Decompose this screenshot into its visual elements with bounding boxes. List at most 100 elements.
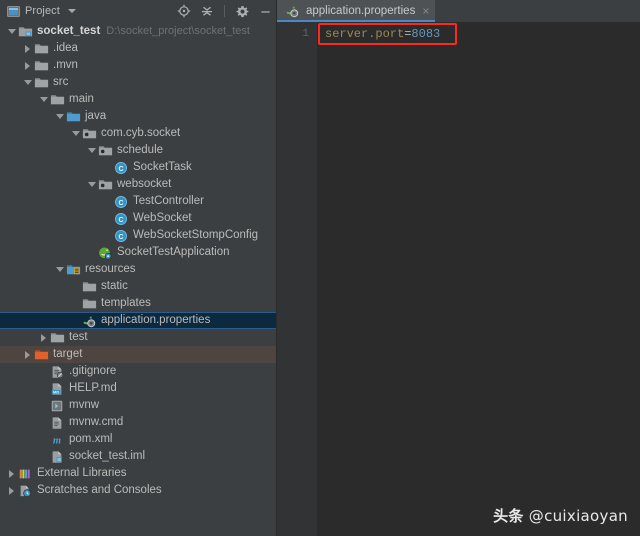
tree-node-label: templates (101, 297, 151, 309)
tree-node-mvn[interactable]: .mvn (0, 57, 276, 74)
tree-expand-arrow-expanded[interactable] (70, 125, 81, 142)
close-icon[interactable]: × (422, 5, 429, 17)
tree-expand-arrow-expanded[interactable] (22, 74, 33, 91)
editor-area: application.properties × 1 server.port=80… (277, 0, 640, 536)
module-folder-icon (17, 24, 33, 40)
tree-arrow-placeholder (38, 380, 49, 397)
tree-node-java[interactable]: java (0, 108, 276, 125)
tree-node-src[interactable]: src (0, 74, 276, 91)
tree-node-label: application.properties (101, 314, 211, 326)
tree-expand-arrow-expanded[interactable] (38, 91, 49, 108)
line-number: 1 (302, 28, 309, 40)
project-title-group[interactable]: Project (6, 4, 76, 18)
gitignore-file-icon (49, 364, 65, 380)
watermark-handle: @cuixiaoyan (528, 507, 628, 525)
hide-tool-window-icon[interactable] (258, 4, 272, 18)
tree-node-idea[interactable]: .idea (0, 40, 276, 57)
settings-gear-icon[interactable] (235, 4, 249, 18)
tree-node-websocket[interactable]: websocket (0, 176, 276, 193)
folder-icon (49, 330, 65, 346)
spring-properties-icon (284, 3, 300, 19)
tree-node-schedule[interactable]: schedule (0, 142, 276, 159)
tree-node-socket-test[interactable]: socket_test D:\socket_project\socket_test (0, 23, 276, 40)
maven-pom-icon: m (49, 432, 65, 448)
tree-node-sockettask[interactable]: C SocketTask (0, 159, 276, 176)
tree-expand-arrow-expanded[interactable] (6, 23, 17, 40)
project-tool-window-header: Project (0, 0, 276, 22)
tree-node-label: .idea (53, 42, 78, 54)
cmd-file-icon (49, 415, 65, 431)
select-opened-file-icon[interactable] (177, 4, 191, 18)
tree-node-main[interactable]: main (0, 91, 276, 108)
excluded-folder-icon (33, 347, 49, 363)
tree-node-label: SocketTestApplication (117, 246, 230, 258)
tree-expand-arrow-collapsed[interactable] (22, 57, 33, 74)
editor-tab-label: application.properties (306, 5, 416, 17)
tree-node-websocket[interactable]: C WebSocket (0, 210, 276, 227)
tree-arrow-placeholder (86, 244, 97, 261)
svg-text:m: m (53, 435, 61, 446)
tree-node-label: resources (85, 263, 136, 275)
tree-node-test[interactable]: test (0, 329, 276, 346)
editor-code-area[interactable]: server.port=8083 (317, 22, 640, 536)
folder-icon (81, 279, 97, 295)
tree-node-label: Scratches and Consoles (37, 484, 162, 496)
tree-node-label: static (101, 280, 128, 292)
tree-node-label: java (85, 110, 107, 122)
script-file-icon (49, 398, 65, 414)
tree-node-testcontroller[interactable]: C TestController (0, 193, 276, 210)
tree-node-path-hint: D:\socket_project\socket_test (106, 25, 250, 37)
tree-node-label: socket_test (37, 25, 101, 37)
tree-node-label: main (69, 93, 94, 105)
tree-expand-arrow-expanded[interactable] (86, 142, 97, 159)
tree-node-socket-test-iml[interactable]: socket_test.iml (0, 448, 276, 465)
tree-node-resources[interactable]: resources (0, 261, 276, 278)
tree-node-label: target (53, 348, 83, 360)
project-file-tree[interactable]: socket_test D:\socket_project\socket_test… (0, 22, 276, 536)
tree-node-scratches-and-consoles[interactable]: Scratches and Consoles (0, 482, 276, 499)
folder-icon (81, 296, 97, 312)
tree-node-gitignore[interactable]: .gitignore (0, 363, 276, 380)
tree-expand-arrow-collapsed[interactable] (6, 465, 17, 482)
tree-arrow-placeholder (102, 193, 113, 210)
spring-boot-class-icon (97, 245, 113, 261)
tree-node-templates[interactable]: templates (0, 295, 276, 312)
java-class-icon: C (113, 194, 129, 210)
property-key: server.port (325, 27, 405, 41)
tree-node-sockettestapplication[interactable]: SocketTestApplication (0, 244, 276, 261)
spring-properties-icon (81, 313, 97, 329)
editor-body: 1 server.port=8083 (277, 22, 640, 536)
tree-node-target[interactable]: target (0, 346, 276, 363)
tree-node-mvnw-cmd[interactable]: mvnw.cmd (0, 414, 276, 431)
tree-node-label: TestController (133, 195, 204, 207)
tree-node-websocketstompconfig[interactable]: C WebSocketStompConfig (0, 227, 276, 244)
tree-node-help-md[interactable]: MD HELP.md (0, 380, 276, 397)
svg-text:C: C (118, 216, 123, 223)
tree-expand-arrow-expanded[interactable] (86, 176, 97, 193)
tree-expand-arrow-collapsed[interactable] (22, 40, 33, 57)
tree-expand-arrow-collapsed[interactable] (22, 346, 33, 363)
chevron-down-icon[interactable] (67, 9, 76, 13)
iml-module-file-icon (49, 449, 65, 465)
tree-node-label: .gitignore (69, 365, 117, 377)
folder-icon (33, 75, 49, 91)
collapse-all-icon[interactable] (200, 4, 214, 18)
tree-expand-arrow-collapsed[interactable] (6, 482, 17, 499)
tree-node-label: com.cyb.socket (101, 127, 181, 139)
tree-node-com-cyb-socket[interactable]: com.cyb.socket (0, 125, 276, 142)
folder-icon (33, 58, 49, 74)
tree-node-application-properties[interactable]: application.properties (0, 312, 276, 329)
project-tool-window: Project socket_test D:\socket_project\so… (0, 0, 277, 536)
tree-expand-arrow-collapsed[interactable] (38, 329, 49, 346)
editor-tab-application-properties[interactable]: application.properties × (277, 0, 436, 22)
tree-arrow-placeholder (70, 295, 81, 312)
tree-node-external-libraries[interactable]: External Libraries (0, 465, 276, 482)
tree-node-mvnw[interactable]: mvnw (0, 397, 276, 414)
code-line[interactable]: server.port=8083 (317, 26, 640, 42)
external-libraries-icon (17, 466, 33, 482)
tree-node-label: mvnw (69, 399, 100, 411)
tree-node-static[interactable]: static (0, 278, 276, 295)
tree-expand-arrow-expanded[interactable] (54, 108, 65, 125)
tree-expand-arrow-expanded[interactable] (54, 261, 65, 278)
tree-node-pom-xml[interactable]: m pom.xml (0, 431, 276, 448)
